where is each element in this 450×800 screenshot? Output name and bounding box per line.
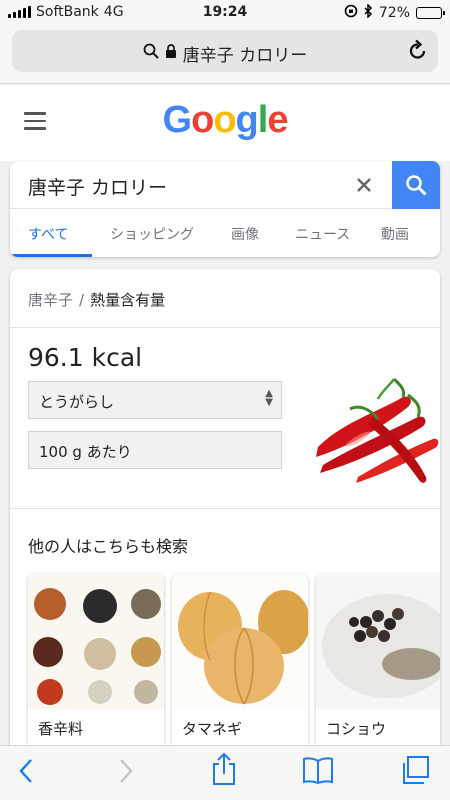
related-label: タマネギ xyxy=(182,720,243,738)
status-bar: SoftBank 4G 19:24 72% xyxy=(0,0,450,26)
spices-image xyxy=(28,574,164,709)
related-card-pepper[interactable]: コショウ xyxy=(316,574,440,745)
search-button[interactable] xyxy=(392,161,440,209)
related-label: 香辛料 xyxy=(38,720,84,738)
google-logo[interactable]: Google xyxy=(0,99,450,142)
back-icon[interactable] xyxy=(18,756,34,790)
unit-select[interactable]: 100 g あたり xyxy=(28,431,282,469)
breadcrumb-separator: / xyxy=(79,291,85,309)
food-select[interactable]: とうがらし ▲ ▼ xyxy=(28,381,282,419)
search-box[interactable]: 唐辛子 カロリー xyxy=(10,161,440,209)
web-content: Google 唐辛子 カロリー すべて ショッピング 画像 ニュース 動画 唐辛… xyxy=(0,85,450,745)
logo-letter: e xyxy=(267,99,288,141)
tab-news[interactable]: ニュース xyxy=(281,209,377,257)
breadcrumb-current: 熱量含有量 xyxy=(90,291,166,309)
tab-videos[interactable]: 動画 xyxy=(377,209,437,257)
tab-images[interactable]: 画像 xyxy=(215,209,281,257)
unit-select-value: 100 g あたり xyxy=(39,443,132,461)
share-icon[interactable] xyxy=(211,752,237,790)
logo-letter: o xyxy=(191,99,214,141)
breadcrumb-parent[interactable]: 唐辛子 xyxy=(28,291,73,309)
related-card-spices[interactable]: 香辛料 xyxy=(28,574,164,745)
onion-image xyxy=(172,574,308,709)
browser-toolbar xyxy=(0,745,450,800)
address-bar[interactable]: 唐辛子 カロリー xyxy=(12,30,438,72)
lock-icon xyxy=(165,43,177,64)
calorie-value: 96.1 kcal xyxy=(28,343,143,372)
reload-icon[interactable] xyxy=(408,39,428,67)
related-label: コショウ xyxy=(326,720,387,738)
forward-icon[interactable] xyxy=(118,756,134,790)
orientation-lock-icon xyxy=(344,4,358,22)
related-carousel: 香辛料 タマネギ コショウ xyxy=(28,574,440,745)
google-header: Google xyxy=(0,85,450,161)
search-icon xyxy=(406,175,427,196)
bluetooth-icon xyxy=(364,3,373,22)
address-text: 唐辛子 カロリー xyxy=(182,46,308,66)
nutrition-knowledge-card: 唐辛子 / 熱量含有量 96.1 kcal とうがらし ▲ ▼ 100 g あたり xyxy=(10,269,440,745)
logo-letter: G xyxy=(162,99,193,141)
battery-percent: 72% xyxy=(378,5,410,21)
tabs-icon[interactable] xyxy=(400,755,430,789)
battery-icon xyxy=(416,7,445,19)
search-icon xyxy=(143,43,159,64)
logo-letter: g xyxy=(235,99,259,141)
search-input[interactable]: 唐辛子 カロリー xyxy=(28,173,167,200)
divider xyxy=(10,508,440,509)
search-card: 唐辛子 カロリー すべて ショッピング 画像 ニュース 動画 xyxy=(10,161,440,257)
food-select-value: とうがらし xyxy=(39,393,115,411)
bookmarks-icon[interactable] xyxy=(302,755,334,789)
breadcrumb: 唐辛子 / 熱量含有量 xyxy=(28,289,165,310)
close-icon[interactable] xyxy=(356,171,372,199)
logo-letter: l xyxy=(257,99,269,141)
search-tabs: すべて ショッピング 画像 ニュース 動画 xyxy=(10,209,440,257)
pepper-image xyxy=(316,574,440,709)
logo-letter: o xyxy=(213,99,236,141)
tab-all[interactable]: すべて xyxy=(10,209,92,257)
browser-address-area: 唐辛子 カロリー xyxy=(0,26,450,84)
tab-shopping[interactable]: ショッピング xyxy=(90,209,215,257)
people-also-search-heading: 他の人はこちらも検索 xyxy=(28,537,189,556)
chili-pepper-image[interactable] xyxy=(298,377,440,487)
divider xyxy=(10,327,440,328)
select-arrows-icon: ▲ ▼ xyxy=(265,388,273,408)
related-card-onion[interactable]: タマネギ xyxy=(172,574,308,745)
